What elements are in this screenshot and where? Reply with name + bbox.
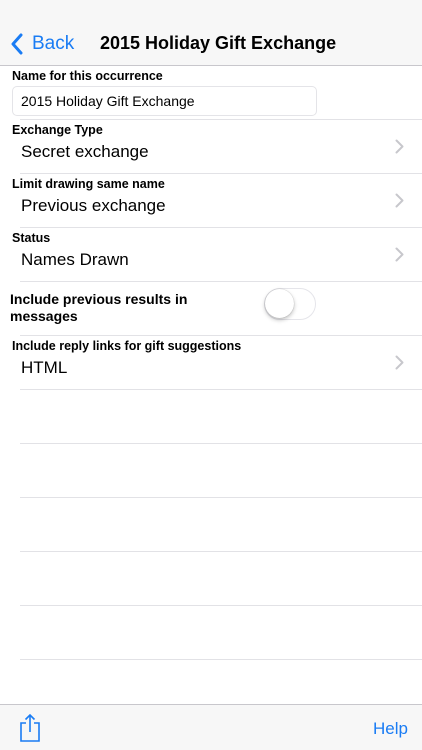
- separator: [20, 605, 422, 606]
- reply-links-label: Include reply links for gift suggestions: [12, 339, 242, 353]
- limit-drawing-value: Previous exchange: [21, 196, 166, 215]
- chevron-right-icon: [395, 355, 404, 370]
- include-previous-label: Include previous results in messages: [10, 291, 188, 324]
- chevron-right-icon: [395, 247, 404, 262]
- exchange-type-value: Secret exchange: [21, 142, 149, 161]
- back-button[interactable]: Back: [10, 30, 74, 58]
- name-row: Name for this occurrence: [0, 66, 422, 120]
- status-label: Status: [12, 231, 51, 245]
- name-input[interactable]: [12, 86, 317, 116]
- separator: [20, 659, 422, 660]
- exchange-type-label: Exchange Type: [12, 123, 103, 137]
- chevron-right-icon: [395, 139, 404, 154]
- navigation-bar: Back 2015 Holiday Gift Exchange: [0, 0, 422, 66]
- limit-drawing-label: Limit drawing same name: [12, 177, 165, 191]
- reply-links-value: HTML: [21, 358, 68, 377]
- status-value: Names Drawn: [21, 250, 129, 269]
- bottom-toolbar: Help: [0, 704, 422, 750]
- share-icon[interactable]: [18, 713, 42, 743]
- separator: [20, 389, 422, 390]
- status-row[interactable]: Status Names Drawn: [0, 228, 422, 282]
- include-previous-toggle[interactable]: [264, 288, 316, 320]
- include-previous-row: Include previous results in messages: [0, 282, 422, 336]
- chevron-right-icon: [395, 193, 404, 208]
- settings-form: Name for this occurrence Exchange Type S…: [0, 66, 422, 704]
- separator: [20, 551, 422, 552]
- reply-links-row[interactable]: Include reply links for gift suggestions…: [0, 336, 422, 390]
- chevron-left-icon: [11, 33, 23, 55]
- back-label: Back: [32, 33, 75, 54]
- toggle-knob: [265, 289, 294, 318]
- limit-drawing-row[interactable]: Limit drawing same name Previous exchang…: [0, 174, 422, 228]
- separator: [20, 497, 422, 498]
- exchange-type-row[interactable]: Exchange Type Secret exchange: [0, 120, 422, 174]
- help-button[interactable]: Help: [373, 719, 408, 739]
- separator: [20, 443, 422, 444]
- name-label: Name for this occurrence: [12, 69, 163, 83]
- page-title: 2015 Holiday Gift Exchange: [100, 33, 337, 53]
